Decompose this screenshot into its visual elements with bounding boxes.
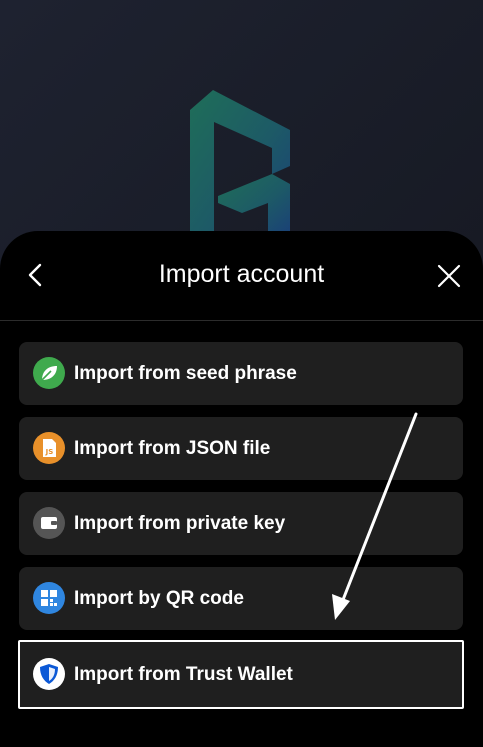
json-file-icon: JS (33, 432, 65, 464)
svg-text:JS: JS (45, 448, 54, 456)
page-title: Import account (158, 260, 325, 288)
import-trust-wallet-option[interactable]: Import from Trust Wallet (18, 640, 464, 709)
header-divider (0, 320, 483, 321)
leaf-icon (33, 357, 65, 389)
option-label: Import from Trust Wallet (74, 664, 293, 685)
app-logo (190, 90, 290, 238)
option-label: Import by QR code (74, 588, 244, 609)
qr-code-icon (33, 582, 65, 614)
close-icon[interactable] (436, 263, 462, 289)
wallet-icon (33, 507, 65, 539)
import-seed-phrase-option[interactable]: Import from seed phrase (19, 342, 463, 405)
import-account-sheet: Import account Import from seed phrase J… (0, 231, 483, 747)
option-label: Import from seed phrase (74, 363, 297, 384)
import-private-key-option[interactable]: Import from private key (19, 492, 463, 555)
import-json-file-option[interactable]: JS Import from JSON file (19, 417, 463, 480)
trust-wallet-shield-icon (33, 658, 65, 690)
option-label: Import from JSON file (74, 438, 271, 459)
sheet-header: Import account (0, 231, 483, 320)
import-qr-code-option[interactable]: Import by QR code (19, 567, 463, 630)
option-label: Import from private key (74, 513, 286, 534)
